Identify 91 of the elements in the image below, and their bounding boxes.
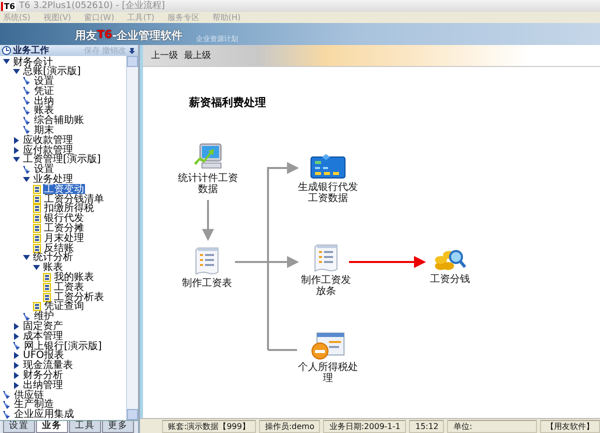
tree-item[interactable]: 企业应用集成 — [13, 410, 75, 420]
arrow-icon — [23, 312, 31, 321]
diagram-title: 薪资福利费处理 — [189, 95, 266, 110]
node-label[interactable]: 制作工资发放条 — [299, 275, 353, 297]
tree-item[interactable]: 工资分钱清单 — [43, 194, 105, 204]
tree-item[interactable]: 银行代发 — [43, 214, 85, 224]
tree-item[interactable]: 凭证 — [33, 86, 55, 96]
arrow-icon — [23, 166, 31, 174]
document-icon[interactable] — [194, 246, 220, 276]
brand-logo: 用友T6-企业管理软件 — [75, 28, 183, 43]
tree-item[interactable]: 设置 — [33, 76, 55, 86]
arrow-icon — [3, 410, 11, 419]
arrow-icon — [3, 390, 11, 399]
collapsed-triangle-icon[interactable] — [13, 382, 20, 389]
tree-item[interactable]: 设置 — [33, 164, 55, 175]
panel-tab[interactable]: 更多 — [102, 421, 134, 433]
expanded-triangle-icon[interactable] — [13, 156, 20, 164]
tree-item[interactable]: 生产制造 — [13, 400, 55, 410]
status-field: 【用友软件】 — [540, 420, 600, 432]
arrow-icon — [3, 400, 11, 409]
panel-tab[interactable]: 工具 — [69, 421, 101, 433]
tree-item[interactable]: 财务分析 — [22, 370, 64, 380]
tree-item[interactable]: 业务处理 — [32, 174, 74, 184]
tree-item[interactable]: 月末处理 — [43, 233, 85, 244]
tree-item[interactable]: 总账[演示版] — [22, 66, 82, 77]
status-field: 15:12 — [409, 420, 444, 432]
collapsed-triangle-icon[interactable] — [13, 352, 20, 360]
tree-item[interactable]: 出纳管理 — [22, 380, 64, 390]
tree-item[interactable]: 账表 — [33, 106, 55, 116]
tree-item[interactable]: UFO报表 — [22, 350, 65, 361]
panel-title: 业务工作 — [13, 44, 50, 56]
tree-item[interactable]: 财务会计 — [12, 57, 54, 67]
tree-item[interactable]: 工资分摊 — [43, 224, 85, 234]
tree-item[interactable]: 应付款管理 — [22, 145, 74, 155]
tree-item[interactable]: 反结账 — [43, 243, 75, 253]
status-field: 账套:演示数据【999】 — [162, 420, 256, 432]
scrollbar[interactable] — [126, 56, 138, 420]
collapsed-triangle-icon[interactable] — [13, 332, 20, 340]
tree-item[interactable]: 期末 — [33, 126, 55, 136]
tree-item[interactable]: 统计分析 — [32, 252, 74, 263]
arrow-icon — [23, 87, 31, 96]
document-icon — [33, 302, 41, 312]
tree-item[interactable]: 工资管理[演示版] — [22, 154, 102, 165]
nav-link[interactable]: 最上级 — [184, 49, 211, 62]
collapsed-triangle-icon[interactable] — [13, 362, 20, 370]
status-field: 操作员:demo — [258, 420, 320, 432]
document-icon[interactable] — [313, 243, 339, 273]
tree-item[interactable]: 综合辅助账 — [33, 116, 85, 126]
card-panel-icon[interactable] — [310, 154, 346, 180]
window-title: T6 3.2Plus1(052610) - [企业流程] — [19, 0, 166, 12]
status-field: 业务日期:2009-1-1 — [323, 420, 406, 432]
tree-item[interactable]: 维护 — [33, 312, 55, 322]
panel-tab[interactable]: 设置 — [3, 421, 35, 433]
node-label[interactable]: 制作工资表 — [182, 278, 232, 289]
expanded-triangle-icon[interactable] — [23, 254, 30, 262]
nav-link[interactable]: 上一级 — [151, 49, 178, 62]
expanded-triangle-icon[interactable] — [13, 68, 20, 76]
arrow-icon — [23, 77, 31, 86]
tree-item[interactable]: 出纳 — [33, 96, 55, 106]
tree-item[interactable]: 成本管理 — [22, 331, 64, 342]
tree-item[interactable]: 工资变动 — [43, 184, 85, 194]
tree-item[interactable]: 我的账表 — [53, 272, 95, 282]
tree-item[interactable]: 账表 — [42, 262, 64, 273]
tree-item[interactable]: 固定资产 — [22, 322, 64, 332]
app-logo: T6 — [1, 2, 16, 10]
node-label[interactable]: 个人所得税处理 — [295, 362, 361, 384]
tree-item[interactable]: 应收款管理 — [22, 135, 74, 146]
tree-item[interactable]: 现金流量表 — [22, 360, 74, 370]
collapsed-triangle-icon[interactable] — [13, 322, 20, 330]
arrow-icon — [13, 342, 21, 350]
tree-item[interactable]: 供应链 — [13, 390, 45, 400]
collapsed-triangle-icon[interactable] — [13, 372, 20, 379]
expanded-triangle-icon[interactable] — [3, 58, 10, 66]
collapsed-triangle-icon[interactable] — [13, 136, 20, 144]
tree-item[interactable]: 凭证查询 — [43, 302, 85, 312]
form-minus-icon[interactable] — [311, 332, 345, 360]
node-label[interactable]: 工资分钱 — [430, 274, 470, 285]
tree-item[interactable]: 网上银行[演示版] — [23, 341, 103, 351]
tree-item[interactable]: 扣缴所得税 — [43, 204, 95, 214]
pin-icon[interactable] — [128, 46, 136, 54]
status-field: 单位: — [447, 420, 537, 432]
tree-item[interactable]: 工资表 — [53, 282, 85, 292]
node-label[interactable]: 统计计件工资数据 — [175, 173, 241, 195]
node-label[interactable]: 生成银行代发工资数据 — [295, 182, 361, 204]
computer-chart-icon[interactable] — [193, 143, 223, 171]
panel-tab[interactable]: 业务 — [36, 421, 68, 433]
collapsed-triangle-icon[interactable] — [13, 146, 20, 154]
expanded-triangle-icon[interactable] — [33, 264, 40, 272]
expanded-triangle-icon[interactable] — [23, 176, 30, 183]
tree-item[interactable]: 工资分析表 — [53, 292, 105, 302]
flow-arrow — [202, 200, 214, 241]
